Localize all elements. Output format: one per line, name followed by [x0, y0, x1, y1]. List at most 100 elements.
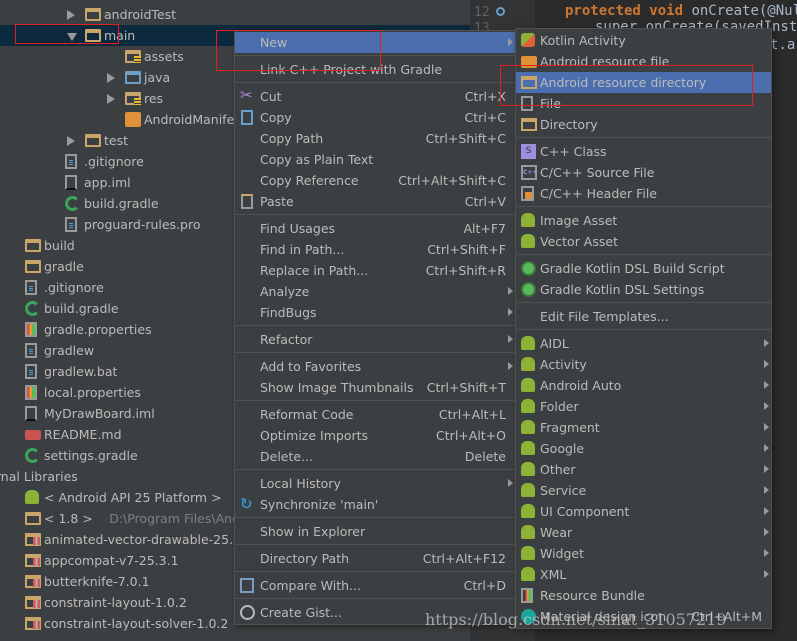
menu-item-activity[interactable]: Activity: [516, 354, 771, 375]
menu-item-label: Resource Bundle: [540, 588, 645, 603]
expand-arrow-icon[interactable]: [107, 73, 115, 83]
menu-item-copy-as-plain-text[interactable]: Copy as Plain Text: [235, 149, 515, 170]
kotlin-icon: [521, 33, 535, 47]
menu-item-gradle-kotlin-dsl-settings[interactable]: Gradle Kotlin DSL Settings: [516, 279, 771, 300]
menu-item-local-history[interactable]: Local History: [235, 473, 515, 494]
lib-icon: [25, 533, 41, 546]
expand-arrow-icon[interactable]: [107, 94, 115, 104]
menu-item-google[interactable]: Google: [516, 438, 771, 459]
menu-item-edit-file-templates[interactable]: Edit File Templates...: [516, 306, 771, 327]
expand-arrow-open-icon[interactable]: [67, 33, 77, 41]
android-icon: [521, 357, 535, 371]
menu-item-folder[interactable]: Folder: [516, 396, 771, 417]
menu-item-fragment[interactable]: Fragment: [516, 417, 771, 438]
menu-item-label: Android resource file: [540, 54, 670, 69]
menu-item-paste[interactable]: Paste Ctrl+V: [235, 191, 515, 212]
menu-item-c-c-source-file[interactable]: C++ C/C++ Source File: [516, 162, 771, 183]
menu-item-resource-bundle[interactable]: Resource Bundle: [516, 585, 771, 606]
menu-item-label: Create Gist...: [260, 605, 343, 620]
menu-item-directory-path[interactable]: Directory Path Ctrl+Alt+F12: [235, 548, 515, 569]
file-icon: [65, 154, 77, 169]
expand-arrow-icon[interactable]: [67, 10, 75, 20]
shortcut-label: Ctrl+Shift+F: [427, 242, 506, 257]
tree-item-androidtest[interactable]: androidTest: [0, 4, 470, 25]
expand-arrow-icon[interactable]: [67, 136, 75, 146]
menu-item-synchronize-main[interactable]: ↻ Synchronize 'main': [235, 494, 515, 515]
tree-item-label: animated-vector-drawable-25.3.1: [44, 532, 253, 547]
menu-item-ui-component[interactable]: UI Component: [516, 501, 771, 522]
menu-item-other[interactable]: Other: [516, 459, 771, 480]
folder-icon: [125, 50, 141, 63]
menu-item-find-in-path[interactable]: Find in Path... Ctrl+Shift+F: [235, 239, 515, 260]
menu-item-file[interactable]: File: [516, 93, 771, 114]
tree-item-label: test: [104, 133, 129, 148]
tree-item-label: androidTest: [104, 7, 177, 22]
lib-icon: [25, 554, 41, 567]
menu-item-show-in-explorer[interactable]: Show in Explorer: [235, 521, 515, 542]
menu-item-label: Compare With...: [260, 578, 361, 593]
cppclass-icon: S: [521, 144, 536, 159]
menu-item-label: Show Image Thumbnails: [260, 380, 414, 395]
menu-item-c-c-header-file[interactable]: C/C++ Header File: [516, 183, 771, 204]
submenu-arrow-icon: [764, 423, 769, 431]
tree-item-label: .gitignore: [44, 280, 104, 295]
menu-item-widget[interactable]: Widget: [516, 543, 771, 564]
menu-item-new[interactable]: New: [235, 32, 515, 53]
menu-item-label: AIDL: [540, 336, 569, 351]
menu-item-show-image-thumbnails[interactable]: Show Image Thumbnails Ctrl+Shift+T: [235, 377, 515, 398]
menu-item-findbugs[interactable]: FindBugs: [235, 302, 515, 323]
gradle-icon: [65, 196, 80, 211]
shortcut-label: Ctrl+Shift+R: [425, 263, 506, 278]
menu-item-label: Directory Path: [260, 551, 350, 566]
menu-item-android-resource-file[interactable]: Android resource file: [516, 51, 771, 72]
file-icon: [65, 217, 77, 232]
compare-icon: [240, 578, 254, 593]
new-submenu: Kotlin Activity Android resource file Andr…: [515, 28, 772, 629]
menu-item-analyze[interactable]: Analyze: [235, 281, 515, 302]
menu-item-label: Optimize Imports: [260, 428, 369, 443]
menu-item-reformat-code[interactable]: Reformat Code Ctrl+Alt+L: [235, 404, 515, 425]
menu-item-label: Delete...: [260, 449, 313, 464]
menu-item-xml[interactable]: XML: [516, 564, 771, 585]
tree-item-label: appcompat-v7-25.3.1: [44, 553, 179, 568]
menu-item-vector-asset[interactable]: Vector Asset: [516, 231, 771, 252]
menu-item-delete[interactable]: Delete... Delete: [235, 446, 515, 467]
menu-item-service[interactable]: Service: [516, 480, 771, 501]
menu-item-optimize-imports[interactable]: Optimize Imports Ctrl+Alt+O: [235, 425, 515, 446]
tree-item-label: README.md: [44, 427, 122, 442]
file-icon: [25, 280, 37, 295]
menu-item-refactor[interactable]: Refactor: [235, 329, 515, 350]
folder-icon: [521, 76, 537, 89]
menu-item-aidl[interactable]: AIDL: [516, 333, 771, 354]
scissors-icon: ✂: [240, 86, 253, 104]
menu-item-add-to-favorites[interactable]: Add to Favorites: [235, 356, 515, 377]
menu-item-directory[interactable]: Directory: [516, 114, 771, 135]
menu-item-copy-path[interactable]: Copy Path Ctrl+Shift+C: [235, 128, 515, 149]
menu-item-android-auto[interactable]: Android Auto: [516, 375, 771, 396]
menu-item-image-asset[interactable]: Image Asset: [516, 210, 771, 231]
menu-item-wear[interactable]: Wear: [516, 522, 771, 543]
menu-item-c-class[interactable]: S C++ Class: [516, 141, 771, 162]
menu-item-cut[interactable]: ✂ Cut Ctrl+X: [235, 86, 515, 107]
menu-item-compare-with[interactable]: Compare With... Ctrl+D: [235, 575, 515, 596]
tree-item-label: External Libraries: [0, 469, 78, 484]
menu-item-find-usages[interactable]: Find Usages Alt+F7: [235, 218, 515, 239]
menu-item-kotlin-activity[interactable]: Kotlin Activity: [516, 30, 771, 51]
submenu-arrow-icon: [764, 360, 769, 368]
menu-item-label: Fragment: [540, 420, 600, 435]
menu-item-copy-reference[interactable]: Copy Reference Ctrl+Alt+Shift+C: [235, 170, 515, 191]
menu-item-android-resource-directory[interactable]: Android resource directory: [516, 72, 771, 93]
menu-item-copy[interactable]: Copy Ctrl+C: [235, 107, 515, 128]
menu-item-label: Gradle Kotlin DSL Settings: [540, 282, 705, 297]
menu-item-replace-in-path[interactable]: Replace in Path... Ctrl+Shift+R: [235, 260, 515, 281]
lib-icon: [25, 575, 41, 588]
menu-item-label: Copy: [260, 110, 292, 125]
menu-item-link-c-project-with-gradle[interactable]: Link C++ Project with Gradle: [235, 59, 515, 80]
menu-item-label: Add to Favorites: [260, 359, 362, 374]
menu-item-gradle-kotlin-dsl-build-script[interactable]: Gradle Kotlin DSL Build Script: [516, 258, 771, 279]
override-icon: [496, 7, 505, 16]
tree-item-label: assets: [144, 49, 184, 64]
line-number: 12: [474, 5, 490, 20]
submenu-arrow-icon: [764, 507, 769, 515]
tree-item-label: java: [144, 70, 171, 85]
